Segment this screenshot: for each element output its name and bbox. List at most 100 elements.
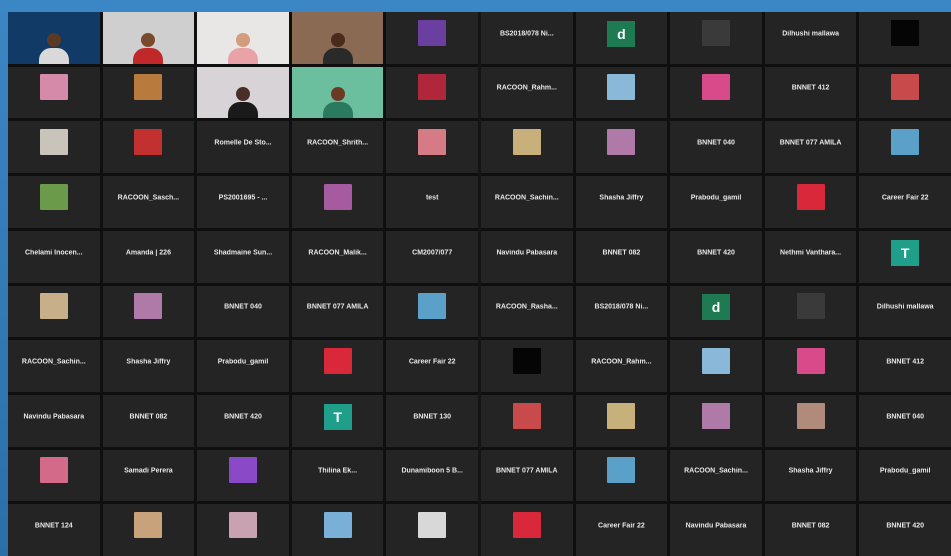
participant-tile[interactable]: BNNET 077 AMILA (291, 285, 384, 338)
participant-tile[interactable] (575, 66, 668, 119)
participant-tile[interactable] (102, 121, 195, 174)
participant-tile[interactable] (764, 285, 857, 338)
participant-tile[interactable]: RACOON_Sachin... (670, 449, 762, 502)
participant-tile[interactable]: Prabodu_gamil (197, 340, 289, 392)
participant-tile[interactable] (8, 12, 100, 64)
participant-tile[interactable]: T (291, 394, 384, 447)
participant-tile[interactable] (481, 394, 573, 447)
participant-tile[interactable]: BS2018/078 Ni... (575, 285, 668, 338)
participant-tile[interactable] (102, 504, 195, 556)
participant-tile[interactable]: Navindu Pabasara (8, 394, 100, 447)
participant-tile[interactable]: Chelami Inocen... (8, 230, 100, 283)
participant-tile[interactable]: BNNET 412 (764, 66, 857, 119)
participant-tile[interactable]: Prabodu_gamil (670, 176, 762, 228)
participant-tile[interactable]: BNNET 082 (764, 504, 857, 556)
participant-tile[interactable]: BNNET 420 (197, 394, 289, 447)
participant-tile[interactable]: BNNET 124 (8, 504, 100, 556)
participant-tile[interactable]: BNNET 040 (197, 285, 289, 338)
participant-tile[interactable]: d (670, 285, 762, 338)
participant-tile[interactable] (8, 121, 100, 174)
participant-tile[interactable]: Shasha Jiffry (102, 340, 195, 392)
participant-tile[interactable]: Amanda | 226 (102, 230, 195, 283)
participant-tile[interactable]: BNNET 420 (670, 230, 762, 283)
participant-tile[interactable]: Thilina Ek... (291, 449, 384, 502)
participant-tile[interactable] (386, 285, 478, 338)
participant-tile[interactable] (197, 12, 289, 64)
participant-tile[interactable]: BNNET 077 AMILA (481, 449, 573, 502)
participant-tile[interactable]: Career Fair 22 (859, 176, 951, 228)
participant-tile[interactable] (8, 66, 100, 119)
participant-tile[interactable] (670, 66, 762, 119)
participant-tile[interactable] (859, 121, 951, 174)
participant-tile[interactable]: RACOON_Rasha... (481, 285, 573, 338)
participant-tile[interactable]: Navindu Pabasara (481, 230, 573, 283)
participant-tile[interactable] (764, 394, 857, 447)
participant-tile[interactable] (575, 449, 668, 502)
participant-tile[interactable] (291, 66, 384, 119)
participant-tile[interactable] (197, 449, 289, 502)
participant-tile[interactable]: T (859, 230, 951, 283)
participant-tile[interactable]: Career Fair 22 (575, 504, 668, 556)
participant-tile[interactable]: BNNET 420 (859, 504, 951, 556)
participant-tile[interactable] (8, 285, 100, 338)
participant-tile[interactable] (859, 12, 951, 64)
participant-tile[interactable]: Dilhushi mallawa (859, 285, 951, 338)
participant-tile[interactable]: Shasha Jiffry (575, 176, 668, 228)
participant-tile[interactable]: Samadi Perera (102, 449, 195, 502)
participant-tile[interactable]: Shadmaine Sun... (197, 230, 289, 283)
participant-tile[interactable] (386, 12, 478, 64)
participant-tile[interactable]: RACOON_Sasch... (102, 176, 195, 228)
participant-tile[interactable] (481, 121, 573, 174)
participant-tile[interactable] (670, 12, 762, 64)
participant-tile[interactable] (8, 449, 100, 502)
participant-tile[interactable]: d (575, 12, 668, 64)
participant-tile[interactable]: CM2007/077 (386, 230, 478, 283)
participant-tile[interactable] (859, 66, 951, 119)
participant-tile[interactable] (291, 504, 384, 556)
participant-tile[interactable]: Shasha Jiffry (764, 449, 857, 502)
participant-tile[interactable]: RACOON_Shrith... (291, 121, 384, 174)
participant-tile[interactable]: RACOON_Sachin... (481, 176, 573, 228)
participant-tile[interactable]: Prabodu_gamil (859, 449, 951, 502)
participant-tile[interactable] (764, 176, 857, 228)
participant-tile[interactable]: Career Fair 22 (386, 340, 478, 392)
participant-tile[interactable] (386, 504, 478, 556)
participant-tile[interactable]: RACOON_Rahm... (481, 66, 573, 119)
participant-tile[interactable] (575, 121, 668, 174)
participant-tile[interactable]: Navindu Pabasara (670, 504, 762, 556)
participant-tile[interactable]: Dunamiboon 5 B... (386, 449, 478, 502)
participant-tile[interactable]: RACOON_Malik... (291, 230, 384, 283)
participant-tile[interactable]: BNNET 082 (575, 230, 668, 283)
participant-tile[interactable] (670, 340, 762, 392)
participant-tile[interactable]: BNNET 040 (859, 394, 951, 447)
participant-tile[interactable] (670, 394, 762, 447)
participant-tile[interactable] (764, 340, 857, 392)
participant-tile[interactable]: Romelle De Sto... (197, 121, 289, 174)
participant-tile[interactable]: RACOON_Sachin... (8, 340, 100, 392)
participant-tile[interactable] (291, 12, 384, 64)
participant-tile[interactable] (481, 504, 573, 556)
participant-tile[interactable] (197, 66, 289, 119)
participant-tile[interactable]: BS2018/078 Ni... (481, 12, 573, 64)
participant-tile[interactable] (291, 340, 384, 392)
participant-tile[interactable] (102, 12, 195, 64)
participant-tile[interactable]: Dilhushi mallawa (764, 12, 857, 64)
participant-tile[interactable]: test (386, 176, 478, 228)
participant-tile[interactable] (481, 340, 573, 392)
participant-tile[interactable]: BNNET 412 (859, 340, 951, 392)
participant-tile[interactable]: RACOON_Rahm... (575, 340, 668, 392)
participant-tile[interactable]: BNNET 130 (386, 394, 478, 447)
participant-tile[interactable]: PS2001695 - ... (197, 176, 289, 228)
participant-tile[interactable] (102, 285, 195, 338)
participant-tile[interactable] (102, 66, 195, 119)
participant-tile[interactable]: BNNET 040 (670, 121, 762, 174)
participant-tile[interactable] (386, 121, 478, 174)
participant-tile[interactable]: Nethmi Vanthara... (764, 230, 857, 283)
participant-tile[interactable]: BNNET 077 AMILA (764, 121, 857, 174)
participant-tile[interactable] (575, 394, 668, 447)
participant-tile[interactable]: BNNET 082 (102, 394, 195, 447)
participant-tile[interactable] (8, 176, 100, 228)
participant-tile[interactable] (291, 176, 384, 228)
participant-tile[interactable] (197, 504, 289, 556)
participant-tile[interactable] (386, 66, 478, 119)
